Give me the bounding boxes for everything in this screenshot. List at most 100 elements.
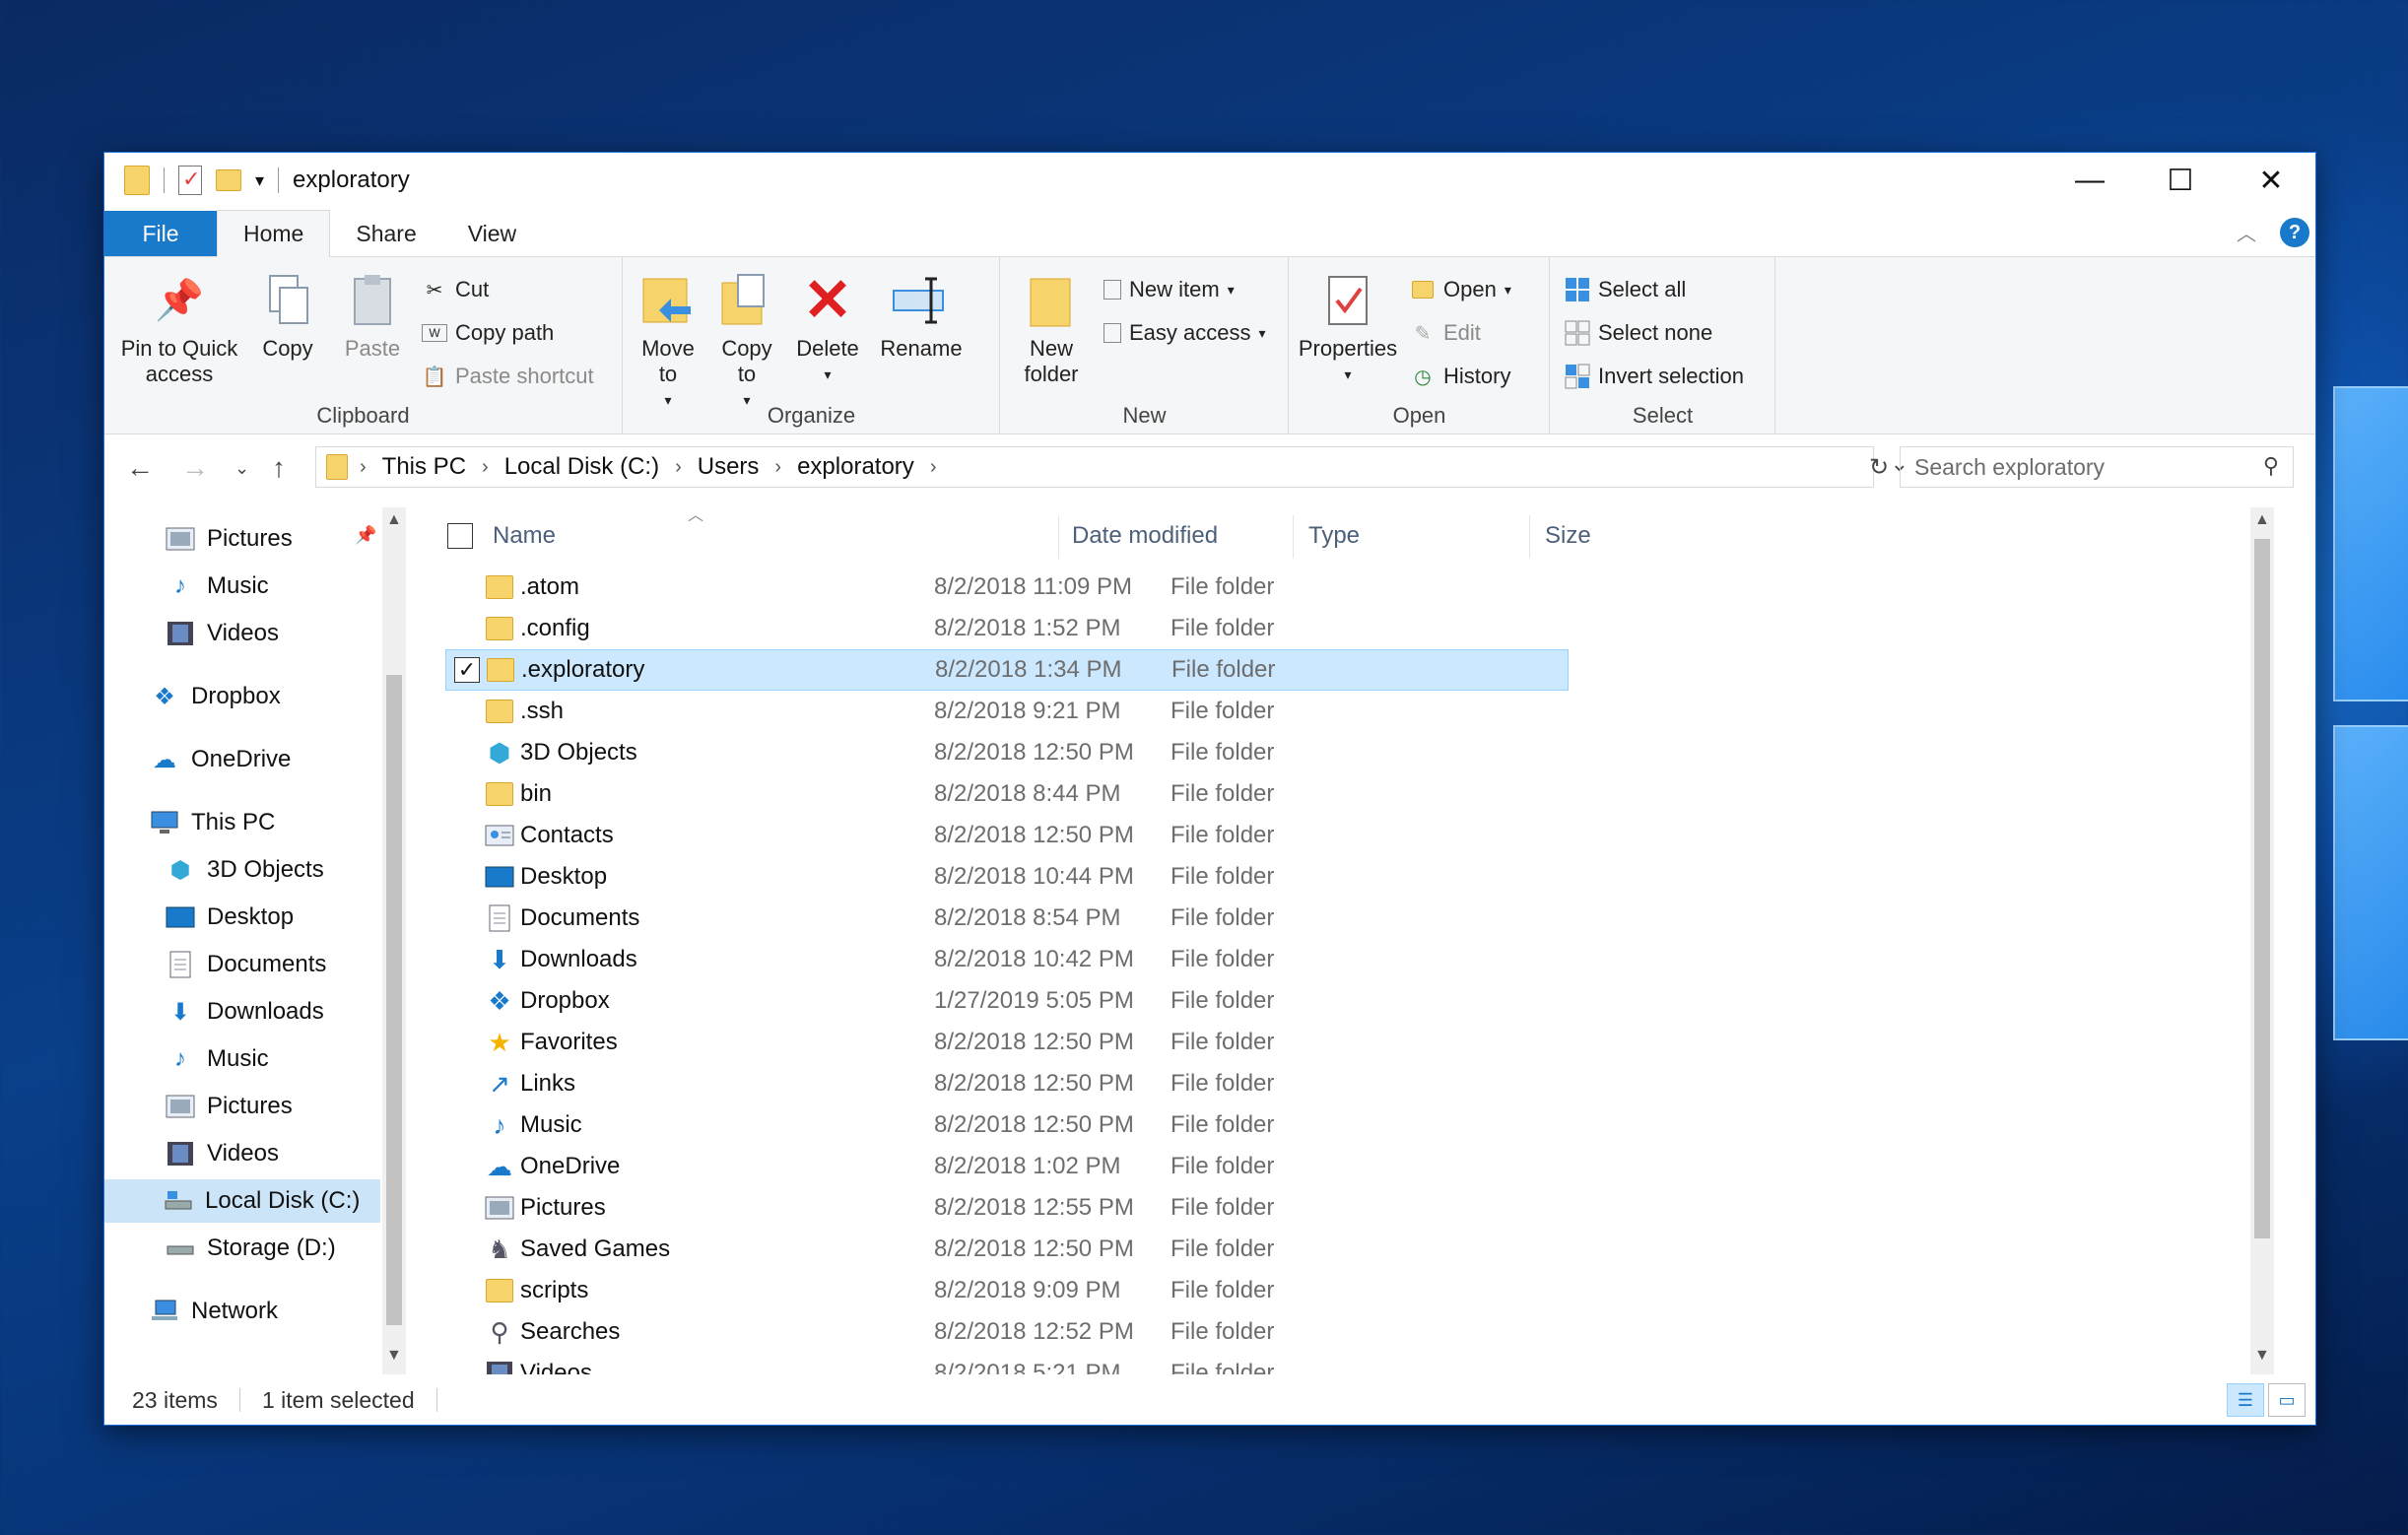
nav-item-3d-objects[interactable]: ⬢ 3D Objects: [166, 848, 324, 892]
delete-button[interactable]: ✕ Delete ▾: [791, 271, 864, 387]
details-view-icon[interactable]: ☰: [2227, 1383, 2264, 1417]
column-type[interactable]: Type: [1308, 522, 1360, 550]
rename-button[interactable]: Rename: [874, 271, 969, 362]
nav-item-downloads[interactable]: ⬇ Downloads: [166, 990, 324, 1034]
scroll-down-icon[interactable]: ▼: [386, 1347, 402, 1365]
nav-item-storage[interactable]: Storage (D:): [166, 1227, 336, 1270]
close-button[interactable]: ✕: [2227, 153, 2315, 208]
nav-item-onedrive[interactable]: ☁ OneDrive: [150, 738, 291, 781]
column-date-modified[interactable]: Date modified: [1072, 522, 1218, 550]
chevron-right-icon[interactable]: ›: [774, 456, 781, 479]
file-row-3d-objects[interactable]: ⬢ 3D Objects 8/2/2018 12:50 PM File fold…: [445, 732, 1569, 773]
breadcrumb-users[interactable]: Users: [698, 453, 760, 481]
address-bar[interactable]: › This PC › Local Disk (C:) › Users › ex…: [315, 446, 1908, 488]
nav-item-desktop[interactable]: Desktop: [166, 896, 294, 939]
file-row-downloads[interactable]: ⬇ Downloads 8/2/2018 10:42 PM File folde…: [445, 939, 1569, 980]
file-row-pictures[interactable]: Pictures 8/2/2018 12:55 PM File folder: [445, 1187, 1569, 1229]
column-size[interactable]: Size: [1545, 522, 1591, 550]
paste-shortcut-button[interactable]: 📋 Paste shortcut: [422, 362, 594, 391]
tab-home[interactable]: Home: [217, 210, 331, 257]
paste-button[interactable]: Paste: [333, 271, 412, 362]
scroll-up-icon[interactable]: ▲: [386, 511, 402, 529]
new-item-button[interactable]: New item ▾: [1104, 275, 1235, 304]
new-folder-button[interactable]: New folder: [1009, 271, 1094, 387]
file-row-bin[interactable]: bin 8/2/2018 8:44 PM File folder: [445, 773, 1569, 815]
file-row-saved-games[interactable]: ♞ Saved Games 8/2/2018 12:50 PM File fol…: [445, 1229, 1569, 1270]
chevron-right-icon[interactable]: ›: [675, 456, 682, 479]
file-row-dropbox[interactable]: ❖ Dropbox 1/27/2019 5:05 PM File folder: [445, 980, 1569, 1022]
scroll-down-icon[interactable]: ▼: [2254, 1347, 2270, 1365]
refresh-icon[interactable]: ↻: [1869, 453, 1889, 482]
nav-pane-scrollbar[interactable]: ▲ ▼: [382, 507, 406, 1374]
nav-item-music[interactable]: ♪ Music: [166, 565, 269, 608]
row-checkbox-checked[interactable]: ✓: [454, 657, 480, 683]
tab-file[interactable]: File: [104, 211, 217, 256]
move-to-button[interactable]: Move to ▾: [634, 271, 702, 413]
recent-locations-chevron-icon[interactable]: ⌄: [234, 458, 249, 479]
pin-quick-access-button[interactable]: 📌 Pin to Quick access: [118, 271, 240, 387]
chevron-right-icon[interactable]: ›: [482, 456, 489, 479]
minimize-button[interactable]: —: [2045, 153, 2134, 208]
select-all-button[interactable]: Select all: [1565, 275, 1686, 304]
forward-arrow-icon[interactable]: →: [181, 452, 209, 484]
file-list-scroll-thumb[interactable]: [2254, 539, 2270, 1238]
nav-item-music[interactable]: ♪ Music: [166, 1037, 269, 1081]
nav-item-this-pc[interactable]: This PC: [150, 801, 275, 844]
large-icons-view-icon[interactable]: ▭: [2268, 1383, 2306, 1417]
file-row-exploratory[interactable]: ✓ .exploratory 8/2/2018 1:34 PM File fol…: [445, 649, 1569, 691]
open-button[interactable]: Open ▾: [1410, 275, 1511, 304]
nav-item-videos[interactable]: Videos: [166, 1132, 279, 1175]
copy-path-button[interactable]: W Copy path: [422, 318, 554, 348]
nav-item-dropbox[interactable]: ❖ Dropbox: [150, 675, 280, 718]
file-row-documents[interactable]: Documents 8/2/2018 8:54 PM File folder: [445, 898, 1569, 939]
column-divider[interactable]: [1058, 515, 1059, 559]
column-name[interactable]: Name: [493, 522, 556, 550]
file-row-config[interactable]: .config 8/2/2018 1:52 PM File folder: [445, 608, 1569, 649]
select-all-checkbox[interactable]: [447, 523, 473, 549]
file-row-favorites[interactable]: ★ Favorites 8/2/2018 12:50 PM File folde…: [445, 1022, 1569, 1063]
edit-button[interactable]: ✎ Edit: [1410, 318, 1481, 348]
nav-pane-scroll-thumb[interactable]: [386, 675, 402, 1325]
copy-to-button[interactable]: Copy to ▾: [712, 271, 781, 413]
properties-button[interactable]: Properties ▾: [1296, 271, 1400, 387]
nav-item-local-disk[interactable]: Local Disk (C:): [104, 1179, 380, 1223]
file-row-music[interactable]: ♪ Music 8/2/2018 12:50 PM File folder: [445, 1104, 1569, 1146]
collapse-ribbon-icon[interactable]: ︿: [2237, 218, 2256, 246]
help-icon[interactable]: ?: [2280, 218, 2309, 247]
column-divider[interactable]: [1529, 515, 1530, 559]
file-row-desktop[interactable]: Desktop 8/2/2018 10:44 PM File folder: [445, 856, 1569, 898]
customize-toolbar-icon[interactable]: ▾: [255, 170, 264, 191]
file-row-links[interactable]: ↗ Links 8/2/2018 12:50 PM File folder: [445, 1063, 1569, 1104]
file-row-searches[interactable]: ⚲ Searches 8/2/2018 12:52 PM File folder: [445, 1311, 1569, 1353]
chevron-right-icon[interactable]: ›: [930, 456, 937, 479]
cut-button[interactable]: ✂ Cut: [422, 275, 490, 304]
tab-share[interactable]: Share: [330, 211, 441, 256]
file-list-scrollbar[interactable]: ▲ ▼: [2250, 507, 2274, 1374]
nav-item-network[interactable]: Network: [150, 1290, 278, 1333]
nav-item-documents[interactable]: Documents: [166, 943, 326, 986]
column-divider[interactable]: [1293, 515, 1294, 559]
nav-item-pictures[interactable]: Pictures: [166, 517, 293, 561]
easy-access-button[interactable]: Easy access ▾: [1104, 318, 1266, 348]
file-row-ssh[interactable]: .ssh 8/2/2018 9:21 PM File folder: [445, 691, 1569, 732]
breadcrumb-this-pc[interactable]: This PC: [382, 453, 466, 481]
invert-selection-button[interactable]: Invert selection: [1565, 362, 1744, 391]
file-row-contacts[interactable]: Contacts 8/2/2018 12:50 PM File folder: [445, 815, 1569, 856]
history-button[interactable]: ◷ History: [1410, 362, 1510, 391]
tab-view[interactable]: View: [442, 211, 542, 256]
search-input[interactable]: Search exploratory ⚲: [1900, 446, 2294, 488]
nav-item-pictures[interactable]: Pictures: [166, 1085, 293, 1128]
nav-item-videos[interactable]: Videos: [166, 612, 279, 655]
select-none-button[interactable]: Select none: [1565, 318, 1712, 348]
maximize-button[interactable]: ☐: [2136, 153, 2225, 208]
file-row-onedrive[interactable]: ☁ OneDrive 8/2/2018 1:02 PM File folder: [445, 1146, 1569, 1187]
scroll-up-icon[interactable]: ▲: [2254, 511, 2270, 529]
file-row-atom[interactable]: .atom 8/2/2018 11:09 PM File folder: [445, 567, 1569, 608]
breadcrumb-local-disk[interactable]: Local Disk (C:): [504, 453, 659, 481]
up-arrow-icon[interactable]: ↑: [272, 452, 286, 484]
new-folder-icon[interactable]: [216, 169, 241, 191]
back-arrow-icon[interactable]: ←: [126, 452, 154, 484]
copy-button[interactable]: Copy: [248, 271, 327, 362]
file-row-scripts[interactable]: scripts 8/2/2018 9:09 PM File folder: [445, 1270, 1569, 1311]
properties-icon[interactable]: [178, 166, 202, 195]
